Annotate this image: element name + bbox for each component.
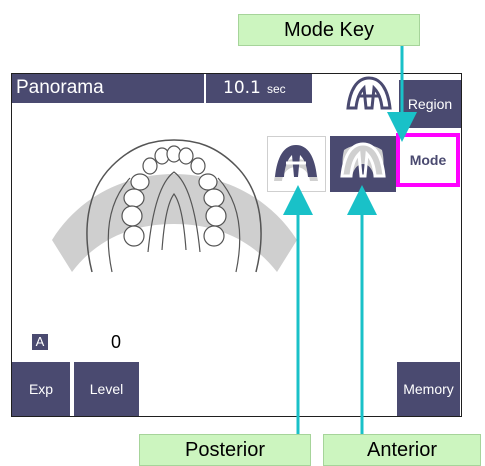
level-value: 0 [111,332,122,352]
memory-label: Memory [403,381,454,397]
title-divider [204,74,206,103]
device-screen: Panorama 10.1 sec Region Mode A 0 Exp Le… [11,73,462,417]
level-label: Level [89,381,124,397]
auto-badge: A [32,334,48,350]
region-icon-tile[interactable] [342,74,396,118]
dental-arch-illustration [52,139,297,273]
region-label: Region [407,96,453,112]
anterior-mode-tile[interactable] [330,136,396,192]
panoramic-jaw-icon [346,76,392,110]
anterior-callout: Anterior [323,434,481,466]
level-button[interactable]: Level [74,362,139,416]
mode-key-callout: Mode Key [238,14,420,46]
title-bar: Panorama 10.1 sec [12,74,312,103]
posterior-callout: Posterior [139,434,311,466]
region-button[interactable]: Region [399,80,461,128]
exp-button[interactable]: Exp [12,362,70,416]
memory-button[interactable]: Memory [397,362,460,416]
exposure-time-unit: sec [267,82,286,96]
mode-label: Mode [409,152,447,168]
mode-button[interactable]: Mode [396,133,460,187]
anterior-mode-icon [340,142,386,178]
exp-label: Exp [28,381,54,397]
mode-title: Panorama [16,77,104,98]
exposure-time-value: 10.1 [223,78,261,98]
